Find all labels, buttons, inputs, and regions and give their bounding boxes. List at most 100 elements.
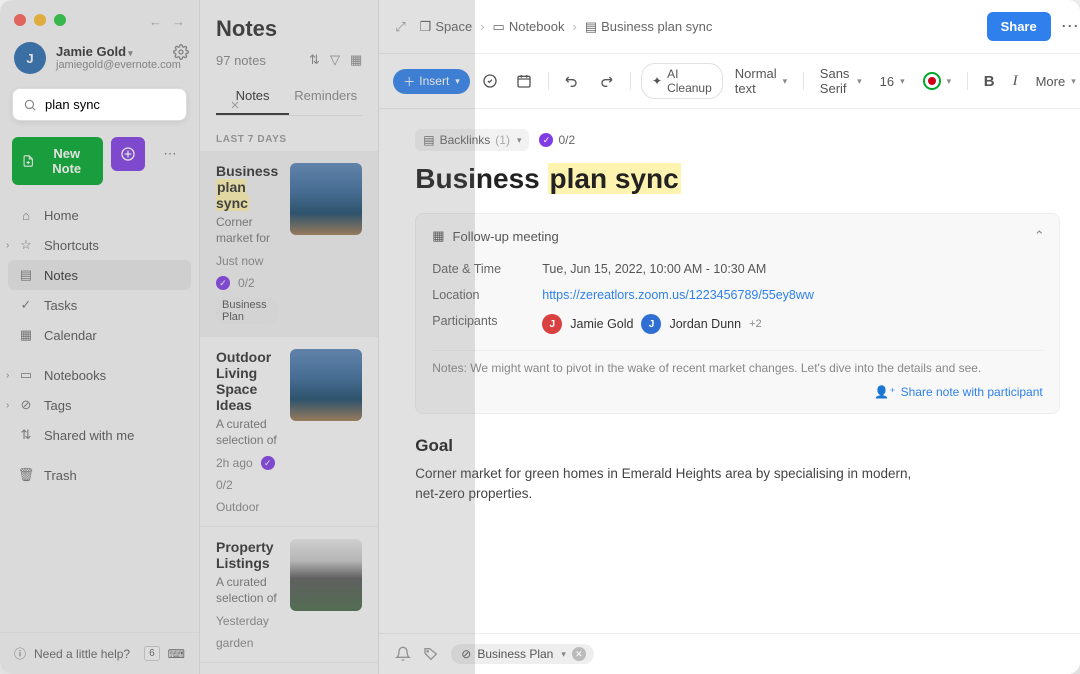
crumb-notebook[interactable]: ▭Notebook (493, 19, 565, 35)
notebook-chip[interactable]: Outdoor (216, 500, 259, 514)
text-color-select[interactable]: ▾ (917, 68, 958, 94)
collapse-icon[interactable]: ⌃ (1034, 228, 1045, 244)
search-field[interactable] (12, 88, 187, 121)
editor-toolbar: ＋Insert▾ ✦AI Cleanup Normal text▾ Sans S… (379, 54, 1080, 109)
tag-icon: ⊘ (461, 647, 471, 661)
settings-icon[interactable] (173, 44, 189, 60)
task-summary[interactable]: ✓0/2 (539, 133, 575, 147)
calendar-icon: ▦ (18, 327, 34, 343)
backlinks-button[interactable]: ▤Backlinks (1)▾ (415, 129, 529, 151)
task-progress-icon: ✓ (216, 276, 230, 290)
nav-calendar[interactable]: ▦Calendar (8, 320, 191, 350)
chevron-right-icon[interactable]: › (6, 400, 9, 411)
note-card[interactable]: Dog Sitting 👥 Food: Feed twice per day. … (200, 663, 378, 674)
notebook-chip[interactable]: Business Plan (216, 298, 278, 324)
meeting-title: Follow-up meeting (453, 229, 559, 244)
font-size-select[interactable]: 16▾ (874, 70, 911, 93)
crumb-note[interactable]: ▤Business plan sync (585, 19, 713, 35)
account-switcher[interactable]: J Jamie Gold▾ jamiegold@evernote.com (0, 26, 199, 82)
nav-tasks[interactable]: ✓Tasks (8, 290, 191, 320)
goal-heading[interactable]: Goal (415, 436, 1059, 456)
text-style-select[interactable]: Normal text▾ (729, 62, 793, 100)
keyboard-icon[interactable]: ⌨ (168, 647, 185, 661)
clear-search-icon[interactable] (229, 99, 241, 111)
trash-icon: 🗑 (18, 467, 34, 483)
task-icon: ✓ (539, 133, 553, 147)
more-menu-icon[interactable]: ⋯ (1061, 16, 1080, 37)
sparkle-icon: ✦ (652, 74, 662, 88)
plus-icon: ＋ (403, 73, 415, 90)
breadcrumb: ⤢ ❒Space › ▭Notebook › ▤Business plan sy… (395, 19, 712, 35)
view-icon[interactable]: ▦ (350, 52, 362, 68)
share-button[interactable]: Share (987, 12, 1051, 41)
nav-trash[interactable]: 🗑Trash (8, 460, 191, 490)
scratch-pad-button[interactable] (111, 137, 145, 171)
close-window-icon[interactable] (14, 14, 26, 26)
task-count: 0/2 (238, 276, 255, 290)
font-select[interactable]: Sans Serif▾ (814, 62, 868, 100)
filter-icon[interactable]: ▽ (330, 52, 340, 68)
nav-home[interactable]: ⌂Home (8, 201, 191, 230)
tag-add-icon[interactable] (423, 646, 439, 662)
task-progress-icon: ✓ (261, 456, 275, 470)
undo-icon[interactable] (558, 69, 586, 93)
user-name: Jamie Gold▾ (56, 44, 181, 60)
more-actions-button[interactable]: ⋯ (153, 137, 187, 171)
editor-panel: ⤢ ❒Space › ▭Notebook › ▤Business plan sy… (379, 0, 1080, 674)
nav-shared[interactable]: ⇅Shared with me (8, 420, 191, 450)
share-with-participant-link[interactable]: 👤⁺Share note with participant (874, 385, 1042, 399)
notebook-chip[interactable]: garden (216, 636, 253, 650)
link-icon: ▤ (423, 133, 434, 147)
bold-button[interactable]: B (978, 69, 1001, 94)
chevron-right-icon[interactable]: › (6, 370, 9, 381)
nav-tags[interactable]: ›⊘Tags (8, 390, 191, 420)
notebook-icon: ▭ (493, 19, 505, 35)
maximize-window-icon[interactable] (54, 14, 66, 26)
help-footer[interactable]: ⓘ Need a little help? 6 ⌨ (0, 632, 199, 674)
more-format-button[interactable]: More▾ (1030, 70, 1080, 93)
chevron-right-icon[interactable]: › (6, 240, 9, 251)
note-card[interactable]: Property Listings A curated selection of… (200, 527, 378, 663)
tab-reminders[interactable]: Reminders (289, 78, 362, 115)
sort-icon[interactable]: ⇅ (309, 52, 320, 68)
new-note-button[interactable]: New Note (12, 137, 103, 185)
kbd-badge: 6 (144, 646, 160, 661)
crumb-space[interactable]: ❒Space (420, 19, 473, 35)
expand-icon[interactable]: ⤢ (395, 19, 405, 35)
help-icon: ⓘ (14, 645, 26, 662)
note-snippet: A curated selection of available listing… (216, 574, 278, 606)
reminder-icon[interactable] (395, 646, 411, 662)
editor-footer: ⊘Business Plan▾✕ (379, 633, 1080, 674)
note-title: Business plan sync (216, 163, 278, 211)
note-thumbnail (290, 349, 362, 421)
nav-shortcuts[interactable]: ›☆Shortcuts (8, 230, 191, 260)
redo-icon[interactable] (592, 69, 620, 93)
calendar-icon[interactable] (510, 69, 538, 93)
meeting-link[interactable]: https://zereatlors.zoom.us/1223456789/55… (542, 288, 814, 302)
nav-notebooks[interactable]: ›▭Notebooks (8, 360, 191, 390)
home-icon: ⌂ (18, 208, 34, 223)
ai-cleanup-button[interactable]: ✦AI Cleanup (641, 63, 723, 99)
minimize-window-icon[interactable] (34, 14, 46, 26)
search-icon (23, 98, 37, 112)
task-icon[interactable] (476, 69, 504, 93)
value-datetime: Tue, Jun 15, 2022, 10:00 AM - 10:30 AM (542, 262, 766, 276)
avatar: J (542, 314, 562, 334)
remove-tag-icon[interactable]: ✕ (572, 647, 586, 661)
tag-chip[interactable]: ⊘Business Plan▾✕ (451, 644, 594, 664)
note-card[interactable]: Outdoor Living Space Ideas A curated sel… (200, 337, 378, 527)
insert-button[interactable]: ＋Insert▾ (393, 69, 470, 94)
note-title: Property Listings (216, 539, 278, 571)
note-snippet: A curated selection of available listing… (216, 416, 278, 448)
document-title[interactable]: Business plan sync (415, 163, 1059, 195)
search-input[interactable] (45, 97, 221, 112)
nav-notes[interactable]: ▤Notes (8, 260, 191, 290)
goal-text[interactable]: Corner market for green homes in Emerald… (415, 464, 935, 505)
note-icon: ▤ (18, 267, 34, 283)
participants-more[interactable]: +2 (749, 318, 762, 330)
tab-notes[interactable]: Notes (216, 78, 289, 115)
editor-body[interactable]: ▤Backlinks (1)▾ ✓0/2 Business plan sync … (379, 109, 1080, 674)
italic-button[interactable]: I (1007, 69, 1024, 94)
note-time: 2h ago (216, 456, 253, 470)
note-card[interactable]: Business plan sync Corner market for gre… (200, 151, 378, 337)
